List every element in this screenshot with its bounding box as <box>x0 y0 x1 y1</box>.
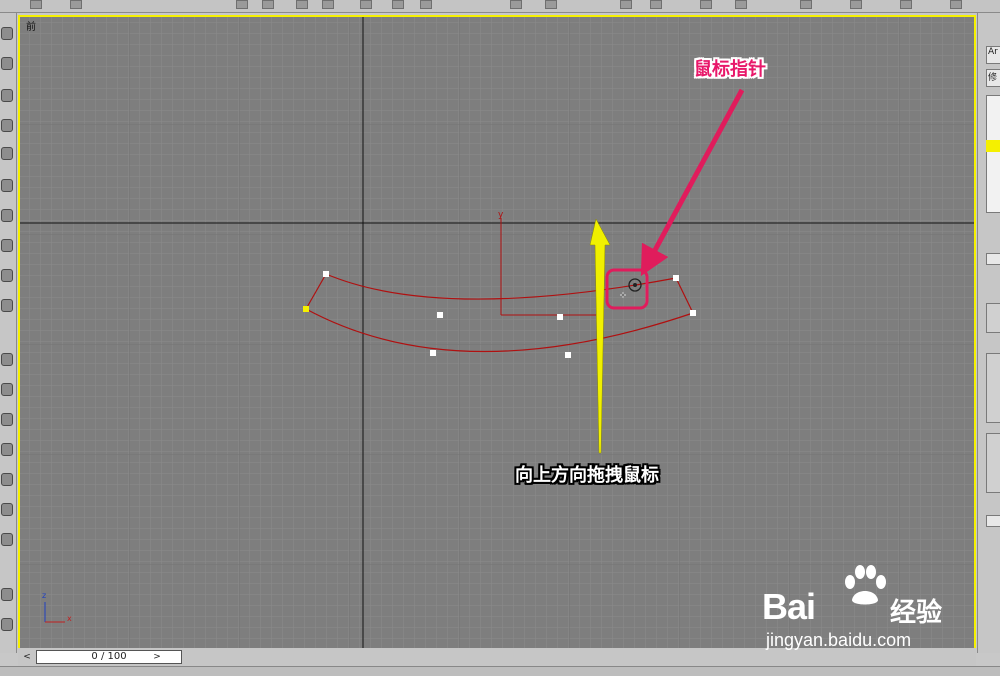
helper-icon[interactable] <box>1 353 13 366</box>
drag-caption: 向上方向拖拽鼠标 <box>515 465 659 486</box>
quick-render-icon[interactable] <box>900 0 912 9</box>
front-viewport[interactable]: y z x 前 <box>18 15 976 652</box>
modifier-stack[interactable] <box>986 95 1000 213</box>
spline-vertex[interactable] <box>690 310 696 316</box>
watermark-url: jingyan.baidu.com <box>766 630 912 650</box>
bone-icon[interactable] <box>1 503 13 516</box>
rollout-button[interactable] <box>986 303 1000 333</box>
spline-vertex[interactable] <box>323 271 329 277</box>
time-next-button[interactable]: > <box>151 651 163 663</box>
time-prev-button[interactable]: < <box>21 651 33 663</box>
spline-vertex[interactable] <box>565 352 571 358</box>
rollout-expand[interactable] <box>986 515 1000 527</box>
pointer-caption: 鼠标指针 <box>694 59 766 80</box>
modifier-list-text: 修 <box>988 73 998 83</box>
utilities-icon[interactable] <box>1 179 13 192</box>
render-icon[interactable] <box>950 0 962 9</box>
window-crossing-icon[interactable] <box>322 0 334 9</box>
viewport-grid <box>20 17 974 650</box>
modifier-stack-selected[interactable] <box>986 140 1000 152</box>
tripod-x-label: x <box>67 614 72 623</box>
hair-icon[interactable] <box>1 588 13 601</box>
tripod-z-label: z <box>42 591 46 600</box>
create-icon[interactable] <box>1 27 13 40</box>
camera-icon[interactable] <box>1 269 13 282</box>
spline-vertex[interactable] <box>430 350 436 356</box>
undo-icon[interactable] <box>70 0 82 9</box>
object-name-text: Ar <box>988 47 998 57</box>
render-setup-icon[interactable] <box>800 0 812 9</box>
motion-icon[interactable] <box>1 119 13 132</box>
render-frame-icon[interactable] <box>850 0 862 9</box>
rollout-group <box>986 433 1000 493</box>
cursor-snap-center <box>633 283 637 287</box>
spelling-icon[interactable] <box>735 0 747 9</box>
layer-icon[interactable] <box>545 0 557 9</box>
command-panel: Ar 修 <box>977 13 1000 653</box>
material-editor-icon[interactable] <box>700 0 712 9</box>
left-toolbar <box>0 13 17 653</box>
rotate-icon[interactable] <box>262 0 274 9</box>
shape-icon[interactable] <box>1 209 13 222</box>
viewport-label[interactable]: 前 <box>26 18 36 33</box>
modifier-list-field[interactable]: 修 <box>986 69 1000 87</box>
gear-icon[interactable] <box>1 299 13 312</box>
main-toolbar <box>0 0 1000 13</box>
object-name-field[interactable]: Ar <box>986 46 1000 64</box>
move-icon[interactable] <box>236 0 248 9</box>
rollout-toggle[interactable] <box>986 253 1000 265</box>
spline-vertex[interactable] <box>557 314 563 320</box>
baidu-paw-icon <box>845 565 886 605</box>
select-region-icon[interactable] <box>296 0 308 9</box>
spacewarp-icon[interactable] <box>1 383 13 396</box>
wire-icon[interactable] <box>1 618 13 631</box>
reactor-icon[interactable] <box>1 473 13 486</box>
hierarchy-icon[interactable] <box>1 89 13 102</box>
viewport-canvas[interactable]: y z x <box>20 17 974 650</box>
display-icon[interactable] <box>1 147 13 160</box>
cloth-icon[interactable] <box>1 533 13 546</box>
modify-icon[interactable] <box>1 57 13 70</box>
schematic-icon[interactable] <box>650 0 662 9</box>
spline-vertex[interactable] <box>673 275 679 281</box>
systems-icon[interactable] <box>1 413 13 426</box>
mirror-icon[interactable] <box>420 0 432 9</box>
spline-vertex[interactable] <box>437 312 443 318</box>
scale-icon[interactable] <box>360 0 372 9</box>
curve-editor-icon[interactable] <box>620 0 632 9</box>
pivot-y-label: y <box>498 210 504 220</box>
select-icon[interactable] <box>30 0 42 9</box>
light-icon[interactable] <box>1 239 13 252</box>
particle-icon[interactable] <box>1 443 13 456</box>
baidu-watermark: Bai 经验 jingyan.baidu.com <box>762 560 962 655</box>
align-icon[interactable] <box>510 0 522 9</box>
spline-first-vertex[interactable] <box>303 306 309 312</box>
watermark-brand: Bai <box>762 586 816 627</box>
snap-icon[interactable] <box>392 0 404 9</box>
rollout-group <box>986 353 1000 423</box>
panel-tab-icon[interactable] <box>986 15 1000 35</box>
watermark-brand-cn: 经验 <box>890 598 943 628</box>
